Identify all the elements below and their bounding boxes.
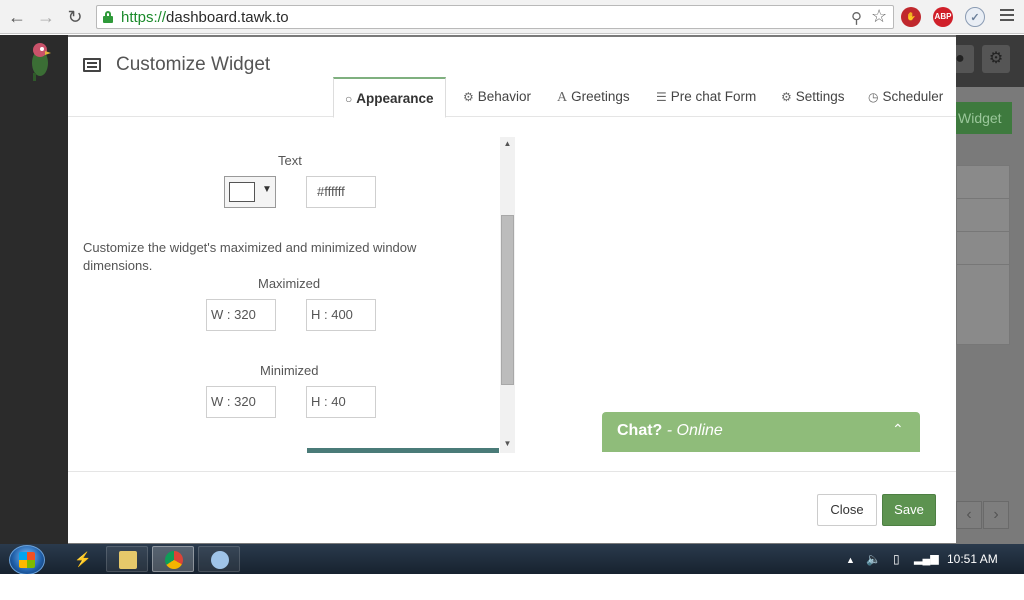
address-bar[interactable]: https://dashboard.tawk.to ⚲ ☆ [96, 5, 894, 29]
chrome-icon [165, 551, 183, 569]
gear-icon: ⚙ [781, 90, 792, 104]
pager-prev-icon[interactable]: ‹ [956, 501, 982, 529]
explorer-taskbar-button[interactable] [106, 546, 148, 572]
key-icon[interactable]: ⚲ [851, 9, 862, 27]
adblock-stop-icon[interactable]: ✋ [901, 7, 921, 27]
signal-icon[interactable]: ▂▄▆ [914, 552, 939, 565]
bookmark-star-icon[interactable]: ☆ [871, 6, 887, 27]
folder-icon [119, 551, 137, 569]
maximized-width-input[interactable]: W : 320 [206, 299, 276, 331]
tab-appearance[interactable]: ○ Appearance [333, 77, 446, 118]
gear-icon[interactable]: ⚙ [982, 45, 1010, 73]
gears-icon: ⚙ [463, 90, 474, 104]
volume-icon[interactable]: 🔈 [866, 552, 881, 566]
scroll-up-icon[interactable]: ▲ [500, 137, 515, 151]
save-button[interactable]: Save [882, 494, 936, 526]
minimized-width-input[interactable]: W : 320 [206, 386, 276, 418]
next-section-edge [307, 448, 499, 453]
minimized-label: Minimized [260, 363, 319, 378]
scroll-down-icon[interactable]: ▼ [500, 437, 515, 451]
maximized-height-input[interactable]: H : 400 [306, 299, 376, 331]
list-box-icon [83, 58, 101, 72]
paint-icon [211, 551, 229, 569]
browser-toolbar: ← → ↻ https://dashboard.tawk.to ⚲ ☆ ✋ AB… [0, 0, 1024, 34]
forward-arrow-icon[interactable]: → [35, 6, 57, 28]
abp-icon[interactable]: ABP [933, 7, 953, 27]
text-color-hex-input[interactable]: #ffffff [306, 176, 376, 208]
list-icon: ☰ [656, 90, 667, 104]
close-button[interactable]: Close [817, 494, 877, 526]
minimized-height-input[interactable]: H : 40 [306, 386, 376, 418]
add-widget-button[interactable]: Widget [956, 102, 1012, 134]
widget-preview-bar[interactable]: Chat? - Online ⌃ [602, 412, 920, 452]
url-text[interactable]: https://dashboard.tawk.to [121, 9, 289, 26]
caret-down-icon: ▼ [262, 184, 272, 195]
spinner-circle-icon: ○ [345, 92, 353, 106]
shield-icon[interactable]: ✓ [965, 7, 985, 27]
parrot-logo-icon [32, 43, 51, 81]
quicklaunch-icon[interactable]: ⚡ [74, 551, 91, 568]
page-bottom-area [0, 574, 1024, 600]
text-color-label: Text [278, 153, 302, 168]
battery-icon[interactable]: ▯ [893, 552, 900, 566]
widget-preview-title: Chat? - Online [617, 422, 723, 439]
clock-icon: ◷ [868, 90, 879, 104]
dashboard-panel [956, 165, 1010, 345]
chrome-taskbar-button[interactable] [152, 546, 194, 572]
pager-next-icon[interactable]: › [983, 501, 1009, 529]
taskbar-clock[interactable]: 10:51 AM [947, 552, 998, 566]
tab-pre-chat-form[interactable]: ☰ Pre chat Form [645, 77, 767, 117]
maximized-label: Maximized [258, 276, 321, 291]
font-a-icon: A [557, 90, 568, 105]
modal-title: Customize Widget [116, 54, 271, 75]
start-button[interactable] [9, 545, 45, 575]
modal-footer: Close Save [68, 471, 956, 543]
tab-settings[interactable]: ⚙ Settings [770, 77, 856, 117]
tab-scheduler[interactable]: ◷ Scheduler [857, 77, 954, 117]
tray-expand-icon[interactable]: ▲ [846, 555, 855, 565]
tab-behavior[interactable]: ⚙ Behavior [452, 77, 542, 117]
reload-icon[interactable]: ↻ [64, 6, 86, 28]
text-color-picker[interactable]: ▼ [224, 176, 276, 208]
back-arrow-icon[interactable]: ← [6, 6, 28, 28]
color-swatch [229, 182, 255, 202]
modal-header: Customize Widget ○ Appearance ⚙ Behavior A… [68, 37, 956, 118]
lock-icon [103, 11, 113, 23]
scrollbar-thumb[interactable] [501, 215, 514, 385]
dimensions-description: Customize the widget's maximized and min… [83, 240, 417, 273]
chevron-up-icon[interactable]: ⌃ [892, 421, 904, 438]
dashboard-header-right: ● ⚙ [946, 35, 1024, 87]
dashboard-sidebar [0, 35, 68, 544]
tab-greetings[interactable]: A Greetings [546, 77, 641, 117]
chrome-menu-icon[interactable] [1000, 9, 1014, 23]
settings-scrollbar[interactable]: ▲ ▼ [500, 137, 515, 453]
paint-taskbar-button[interactable] [198, 546, 240, 572]
